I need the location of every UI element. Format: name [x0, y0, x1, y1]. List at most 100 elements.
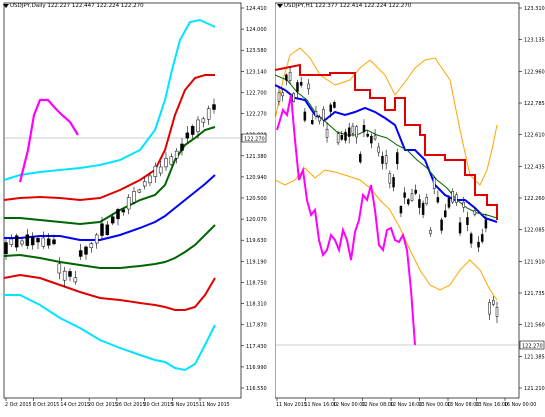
candle-body — [418, 199, 421, 208]
price-label: 117.870 — [246, 323, 267, 329]
candle-body — [281, 92, 284, 97]
date-label: 12 Nov 08:00 — [362, 402, 394, 408]
candle-body — [84, 246, 88, 255]
candle-body — [169, 156, 174, 165]
candle-body — [440, 219, 443, 231]
price-label: 121.560 — [524, 323, 545, 329]
candle-body — [311, 120, 314, 125]
candle-body — [25, 234, 30, 246]
candle-body — [395, 152, 399, 165]
candle-body — [480, 234, 484, 242]
price-label: 123.135 — [524, 38, 545, 44]
candle-body — [455, 194, 458, 203]
h1-chart-title: USDJPY,H1 122.377 122.414 122.224 122.27… — [284, 3, 412, 9]
date-label: 13 Nov 08:00 — [447, 402, 479, 408]
candle-body — [148, 175, 152, 184]
candle-body — [333, 102, 336, 108]
date-label: 26 Oct 2015 — [116, 402, 146, 408]
candle-body — [495, 307, 499, 317]
price-label: 124.000 — [246, 27, 267, 33]
candle-body — [425, 197, 429, 204]
candle-body — [20, 240, 24, 245]
candle-body — [477, 241, 480, 248]
candle-body — [466, 217, 469, 226]
daily-chart-panel[interactable]: 124.410 124.000 123.580 123.140 122.700 122.2… — [0, 0, 267, 417]
price-label: 122.785 — [524, 101, 545, 107]
h1-collapse-icon[interactable] — [277, 4, 283, 8]
candle-body — [436, 197, 440, 203]
candle-body — [292, 93, 296, 102]
date-label: 11 Nov 16:00 — [305, 402, 337, 408]
candle-body — [384, 155, 388, 164]
price-label: 120.070 — [246, 217, 267, 223]
price-label: 118.750 — [246, 280, 267, 286]
candle-body — [473, 210, 477, 215]
candle-body — [307, 83, 310, 90]
price-label: 122.700 — [246, 90, 267, 96]
price-label: 116.990 — [246, 365, 267, 371]
candle-body — [329, 104, 332, 112]
date-label: 8 Oct 2015 — [33, 402, 60, 408]
price-label: 121.210 — [524, 386, 545, 392]
date-label: 11 Nov 2015 — [276, 402, 307, 408]
date-label: 14 Oct 2015 — [60, 402, 90, 408]
candle-body — [488, 302, 491, 315]
daily-chart-svg[interactable]: 124.410 124.000 123.580 123.140 122.700 122.2… — [0, 0, 267, 417]
candle-body — [142, 181, 147, 187]
candle-body — [484, 219, 488, 229]
candle-body — [190, 126, 195, 135]
date-label: 5 Nov 2015 — [171, 402, 199, 408]
date-label: 12 Nov 00:00 — [333, 402, 365, 408]
candle-body — [9, 238, 14, 245]
candle-body — [196, 119, 200, 132]
price-label: 120.500 — [246, 196, 267, 202]
date-label: 13 Nov 00:00 — [419, 402, 451, 408]
candle-body — [206, 108, 211, 120]
price-label: 119.190 — [246, 259, 267, 265]
candle-body — [174, 150, 179, 159]
candle-body — [373, 135, 377, 140]
candle-body — [201, 118, 206, 123]
candle-body — [116, 209, 120, 220]
h1-chart-svg[interactable]: 123.310 123.135 122.960 122.785 122.610 122.4… — [275, 0, 545, 417]
candle-body — [212, 104, 216, 110]
h1-current-price-label: 122.270 — [522, 344, 543, 350]
candle-body — [451, 191, 454, 203]
candle-body — [377, 146, 381, 153]
candle-body — [370, 135, 373, 144]
daily-collapse-icon[interactable] — [3, 4, 9, 8]
panel-divider[interactable] — [267, 0, 275, 417]
candle-body — [344, 131, 347, 141]
candle-body — [432, 177, 436, 189]
candle-body — [36, 238, 40, 243]
candle-body — [299, 82, 303, 86]
price-label: 123.310 — [524, 6, 545, 12]
price-label: 122.610 — [524, 133, 545, 139]
candle-body — [359, 154, 362, 163]
price-label: 122.085 — [524, 228, 545, 234]
candle-body — [403, 192, 406, 198]
candle-body — [351, 125, 355, 134]
candle-body — [407, 199, 410, 205]
candle-body — [336, 133, 340, 144]
candle-body — [347, 127, 351, 137]
candle-body — [126, 197, 131, 210]
candle-body — [137, 189, 142, 193]
candle-body — [410, 193, 414, 201]
candle-body — [392, 177, 395, 188]
date-label: 20 Oct 2015 — [88, 402, 118, 408]
candle-body — [362, 125, 366, 133]
candle-body — [14, 235, 19, 248]
candle-body — [340, 135, 344, 140]
candle-body — [4, 242, 8, 254]
date-label: 16 Nov 00:00 — [504, 402, 536, 408]
h1-chart-panel[interactable]: 123.310 123.135 122.960 122.785 122.610 122.4… — [275, 0, 545, 417]
candle-body — [381, 155, 384, 164]
candle-body — [429, 230, 432, 234]
daily-current-price-label: 122.270 — [244, 137, 265, 143]
candle-body — [153, 165, 158, 177]
candle-body — [52, 239, 56, 245]
price-label: 123.580 — [246, 48, 267, 54]
candle-body — [285, 74, 288, 81]
candle-body — [444, 210, 447, 218]
